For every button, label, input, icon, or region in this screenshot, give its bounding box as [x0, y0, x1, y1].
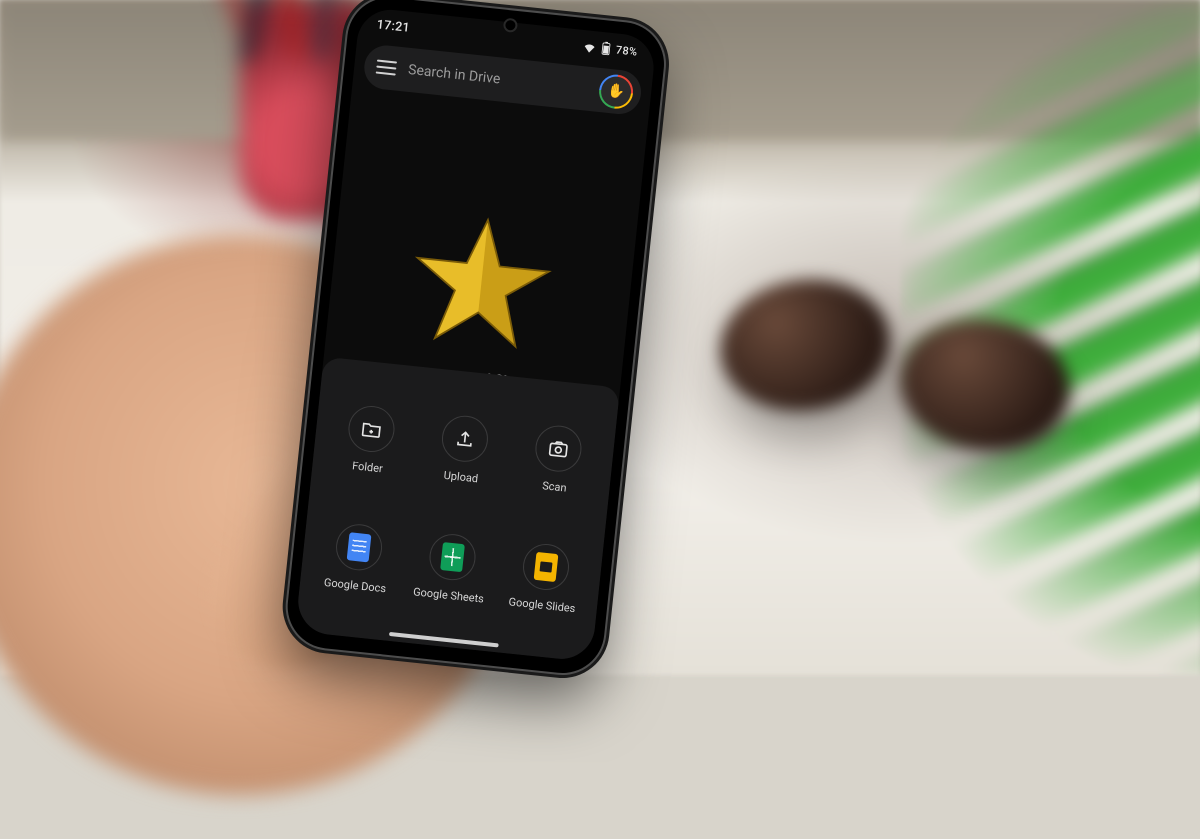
create-folder-label: Folder [352, 459, 384, 475]
battery-icon [601, 41, 611, 56]
upload-icon [440, 413, 491, 464]
search-placeholder[interactable]: Search in Drive [407, 62, 588, 97]
scan-button[interactable]: Scan [504, 395, 610, 523]
create-sheet: Folder Upload [295, 357, 620, 663]
scan-label: Scan [542, 479, 568, 494]
google-docs-button[interactable]: Google Docs [305, 494, 411, 622]
upload-label: Upload [443, 468, 479, 485]
google-slides-label: Google Slides [508, 595, 576, 615]
folder-icon [346, 403, 397, 454]
screen: 17:21 78% [295, 7, 657, 663]
status-time: 17:21 [376, 17, 411, 35]
google-sheets-label: Google Sheets [413, 585, 485, 605]
status-battery: 78% [615, 43, 638, 58]
star-illustration-icon [399, 200, 564, 365]
wifi-icon [583, 41, 598, 53]
create-folder-button[interactable]: Folder [317, 375, 423, 503]
phone: 17:21 78% [284, 0, 669, 677]
scan-icon [533, 423, 584, 474]
upload-button[interactable]: Upload [411, 385, 517, 513]
docs-icon [334, 522, 385, 573]
google-slides-button[interactable]: Google Slides [492, 513, 598, 641]
account-avatar[interactable]: ✋ [597, 73, 634, 110]
menu-icon[interactable] [375, 57, 397, 79]
sheets-icon [427, 531, 478, 582]
slides-icon [521, 541, 572, 592]
background-sunglasses [720, 260, 1080, 480]
google-sheets-button[interactable]: Google Sheets [398, 503, 504, 631]
google-docs-label: Google Docs [323, 575, 386, 594]
